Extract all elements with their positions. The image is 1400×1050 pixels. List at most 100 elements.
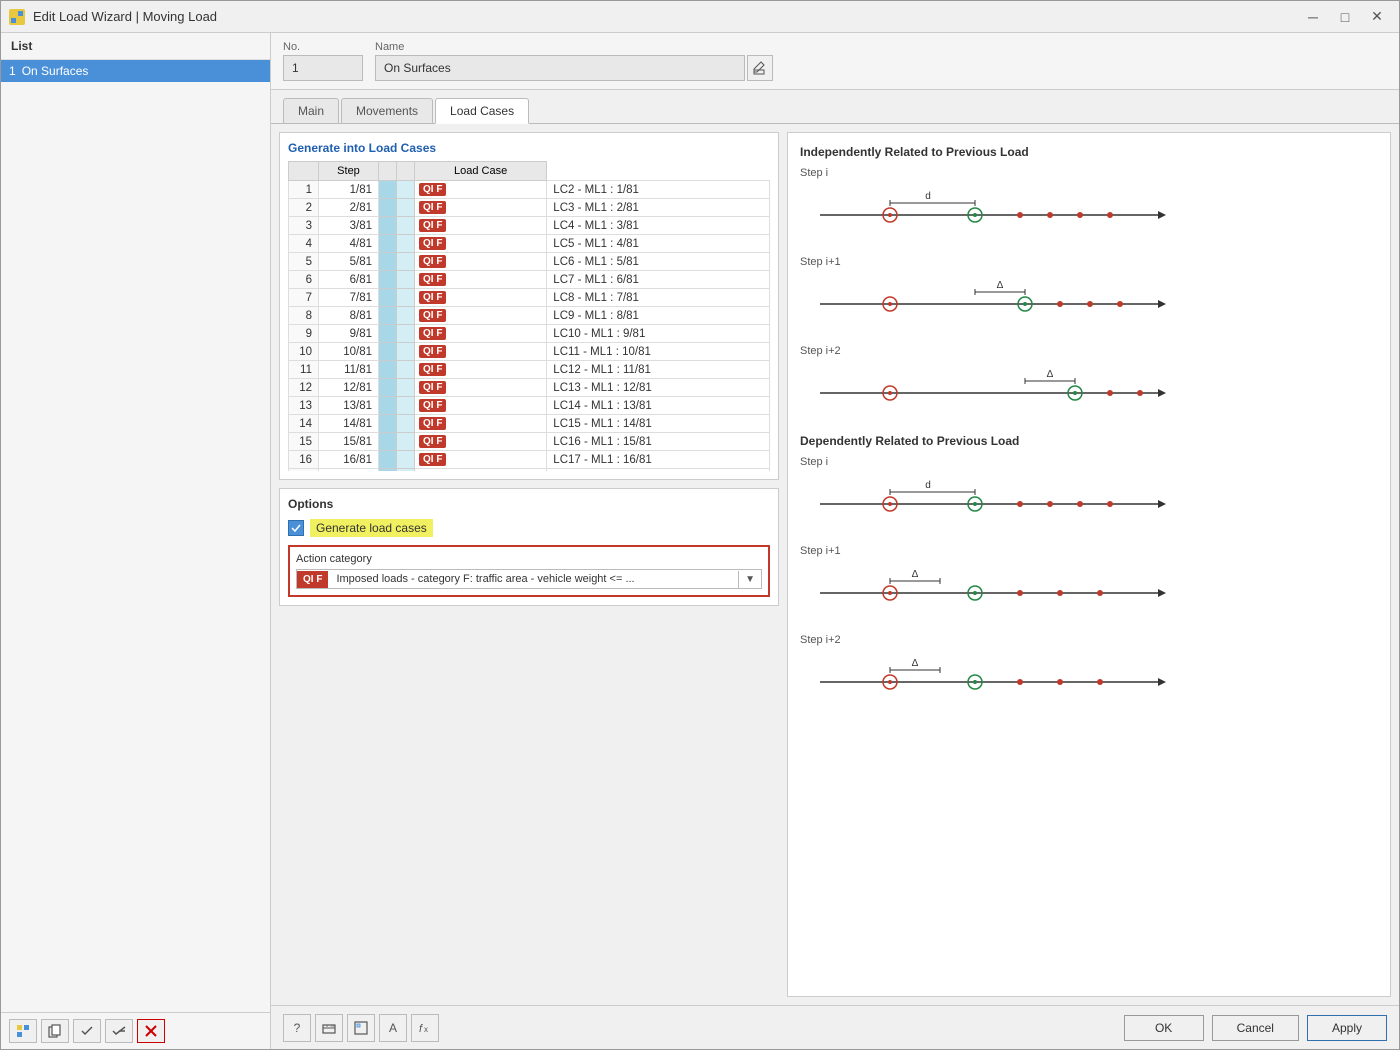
table-row[interactable]: 15 15/81 QI F LC16 - ML1 : 15/81 [289, 433, 770, 451]
table-wrapper[interactable]: Step Load Case 1 1/81 QI F LC2 - ML1 : 1… [288, 161, 770, 471]
row-num: 3 [289, 217, 319, 235]
independent-step-i: Step i d [800, 167, 1378, 240]
svg-text:Δ: Δ [997, 280, 1004, 291]
row-lc: LC7 - ML1 : 6/81 [547, 271, 770, 289]
row-lc: LC8 - ML1 : 7/81 [547, 289, 770, 307]
row-lc: LC10 - ML1 : 9/81 [547, 325, 770, 343]
left-panel-toolbar [1, 1012, 270, 1049]
table-row[interactable]: 8 8/81 QI F LC9 - ML1 : 8/81 [289, 307, 770, 325]
row-step: 2/81 [319, 199, 379, 217]
table-row[interactable]: 7 7/81 QI F LC8 - ML1 : 7/81 [289, 289, 770, 307]
tab-main[interactable]: Main [283, 98, 339, 123]
row-color2 [397, 361, 415, 379]
table-row[interactable]: 10 10/81 QI F LC11 - ML1 : 10/81 [289, 343, 770, 361]
row-color2 [397, 271, 415, 289]
help-button[interactable]: ? [283, 1014, 311, 1042]
dependent-step-i2: Step i+2 Δ [800, 634, 1378, 707]
table-row[interactable]: 17 17/81 QI F LC18 - ML1 : 17/81 [289, 469, 770, 472]
svg-text:.00: .00 [330, 1023, 336, 1028]
row-step: 15/81 [319, 433, 379, 451]
list-item[interactable]: 1 On Surfaces [1, 60, 270, 82]
row-color2 [397, 379, 415, 397]
row-color1 [379, 235, 397, 253]
left-panel: List 1 On Surfaces [1, 33, 271, 1049]
row-lc: LC15 - ML1 : 14/81 [547, 415, 770, 433]
row-color2 [397, 199, 415, 217]
check-button[interactable] [73, 1019, 101, 1043]
row-qi: QI F [415, 361, 547, 379]
main-content: List 1 On Surfaces [1, 33, 1399, 1049]
table-row[interactable]: 9 9/81 QI F LC10 - ML1 : 9/81 [289, 325, 770, 343]
action-category-label: Action category [296, 553, 762, 565]
table-row[interactable]: 12 12/81 QI F LC13 - ML1 : 12/81 [289, 379, 770, 397]
dependent-step-i1-label: Step i+1 [800, 545, 1378, 557]
name-input[interactable] [375, 55, 745, 81]
tab-movements[interactable]: Movements [341, 98, 433, 123]
row-color2 [397, 343, 415, 361]
ok-button[interactable]: OK [1124, 1015, 1204, 1041]
main-window: Edit Load Wizard | Moving Load ─ □ ✕ Lis… [0, 0, 1400, 1050]
view-button[interactable] [347, 1014, 375, 1042]
formula-button[interactable]: fx [411, 1014, 439, 1042]
close-button[interactable]: ✕ [1363, 6, 1391, 28]
tab-load-cases[interactable]: Load Cases [435, 98, 529, 124]
table-row[interactable]: 4 4/81 QI F LC5 - ML1 : 4/81 [289, 235, 770, 253]
table-row[interactable]: 5 5/81 QI F LC6 - ML1 : 5/81 [289, 253, 770, 271]
no-input[interactable] [283, 55, 363, 81]
row-qi: QI F [415, 307, 547, 325]
window-title: Edit Load Wizard | Moving Load [33, 9, 217, 24]
right-diagram: Independently Related to Previous Load S… [787, 132, 1391, 997]
row-step: 9/81 [319, 325, 379, 343]
table-row[interactable]: 11 11/81 QI F LC12 - ML1 : 11/81 [289, 361, 770, 379]
table-row[interactable]: 2 2/81 QI F LC3 - ML1 : 2/81 [289, 199, 770, 217]
row-step: 5/81 [319, 253, 379, 271]
new-item-button[interactable] [9, 1019, 37, 1043]
table-row[interactable]: 3 3/81 QI F LC4 - ML1 : 3/81 [289, 217, 770, 235]
apply-button[interactable]: Apply [1307, 1015, 1387, 1041]
row-color1 [379, 415, 397, 433]
units-button[interactable]: 0.00 [315, 1014, 343, 1042]
svg-text:x: x [424, 1025, 428, 1034]
row-color1 [379, 181, 397, 199]
row-qi: QI F [415, 181, 547, 199]
row-qi: QI F [415, 433, 547, 451]
row-lc: LC13 - ML1 : 12/81 [547, 379, 770, 397]
generate-title: Generate into Load Cases [288, 141, 770, 155]
row-num: 11 [289, 361, 319, 379]
check2-button[interactable] [105, 1019, 133, 1043]
row-step: 11/81 [319, 361, 379, 379]
maximize-button[interactable]: □ [1331, 6, 1359, 28]
svg-text:Δ: Δ [912, 569, 919, 580]
row-lc: LC9 - ML1 : 8/81 [547, 307, 770, 325]
table-row[interactable]: 1 1/81 QI F LC2 - ML1 : 1/81 [289, 181, 770, 199]
row-step: 17/81 [319, 469, 379, 472]
table-row[interactable]: 16 16/81 QI F LC17 - ML1 : 16/81 [289, 451, 770, 469]
table-row[interactable]: 6 6/81 QI F LC7 - ML1 : 6/81 [289, 271, 770, 289]
row-lc: LC12 - ML1 : 11/81 [547, 361, 770, 379]
list-item-text: On Surfaces [22, 64, 89, 78]
copy-item-button[interactable] [41, 1019, 69, 1043]
name-bar: No. Name [271, 33, 1399, 90]
cancel-button[interactable]: Cancel [1212, 1015, 1299, 1041]
tab-bar: Main Movements Load Cases [271, 90, 1399, 124]
edit-name-button[interactable] [747, 55, 773, 81]
content-area: Generate into Load Cases Step Loa [271, 124, 1399, 1005]
row-num: 5 [289, 253, 319, 271]
generate-checkbox[interactable] [288, 520, 304, 536]
row-num: 8 [289, 307, 319, 325]
label-button[interactable]: A [379, 1014, 407, 1042]
row-qi: QI F [415, 235, 547, 253]
row-num: 16 [289, 451, 319, 469]
svg-text:d: d [925, 480, 931, 491]
row-step: 13/81 [319, 397, 379, 415]
name-field-group: Name [375, 41, 773, 81]
row-color1 [379, 325, 397, 343]
delete-item-button[interactable] [137, 1019, 165, 1043]
action-category-dropdown[interactable]: QI F Imposed loads - category F: traffic… [296, 569, 762, 589]
no-field-group: No. [283, 41, 363, 81]
minimize-button[interactable]: ─ [1299, 6, 1327, 28]
options-title: Options [288, 497, 770, 511]
table-row[interactable]: 14 14/81 QI F LC15 - ML1 : 14/81 [289, 415, 770, 433]
table-row[interactable]: 13 13/81 QI F LC14 - ML1 : 13/81 [289, 397, 770, 415]
row-qi: QI F [415, 253, 547, 271]
